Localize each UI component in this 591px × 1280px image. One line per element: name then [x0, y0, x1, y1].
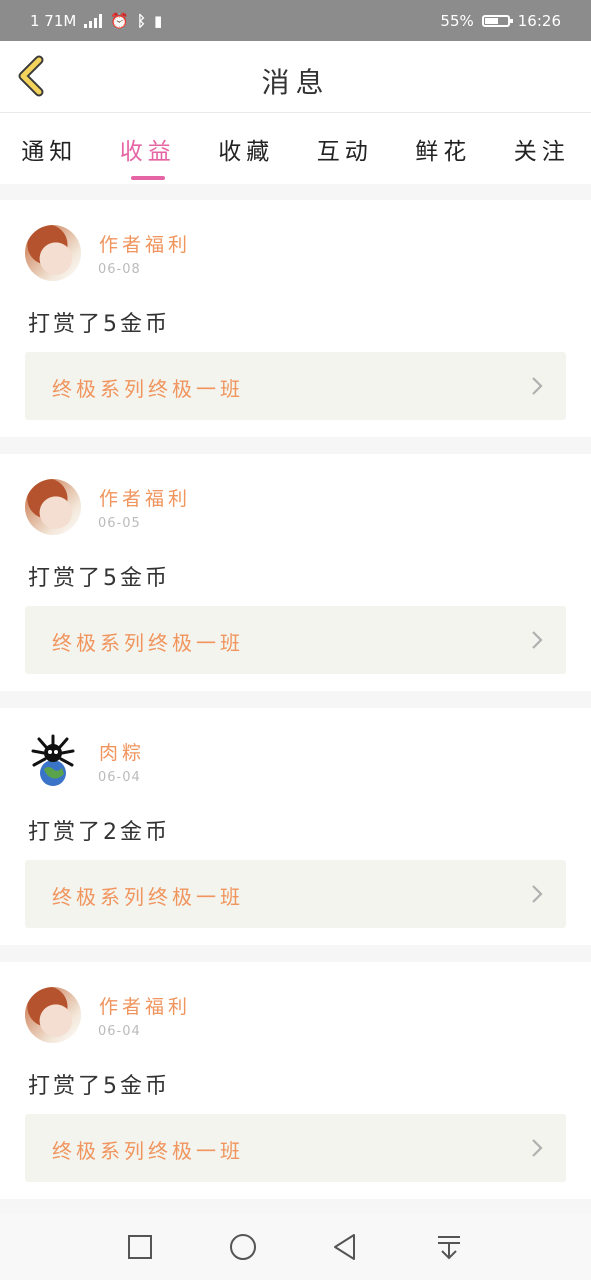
square-icon[interactable] — [125, 1232, 155, 1262]
tab-label: 关注 — [513, 138, 570, 165]
tab-interactions[interactable]: 互动 — [296, 132, 395, 166]
tab-flowers[interactable]: 鲜花 — [394, 132, 493, 166]
book-title: 终极系列终极一班 — [52, 377, 244, 401]
sender-name[interactable]: 作者福利 — [99, 230, 191, 257]
reward-text: 打赏了5金币 — [28, 312, 170, 337]
battery-percent: 55% — [440, 11, 474, 30]
header: 消息 — [0, 41, 591, 113]
bug-earth-avatar[interactable] — [25, 733, 81, 789]
status-left: 1 71M ⏰ ᛒ ▮ — [30, 12, 162, 30]
tab-bar: 通知 收益 收藏 互动 鲜花 关注 — [0, 113, 591, 184]
book-link[interactable]: 终极系列终极一班 — [25, 1114, 566, 1182]
notification-pulldown-icon[interactable] — [434, 1232, 464, 1262]
anime-girl-avatar[interactable] — [25, 987, 81, 1043]
tab-label: 收藏 — [218, 138, 275, 165]
message-card: 作者福利 06-08 打赏了5金币 终极系列终极一班 — [0, 200, 591, 437]
message-card: 作者福利 06-04 打赏了5金币 终极系列终极一班 — [0, 962, 591, 1199]
chevron-right-icon — [532, 885, 543, 903]
status-right: 55% 16:26 — [440, 12, 561, 30]
message-date: 06-04 — [98, 770, 141, 785]
message-date: 06-04 — [98, 1024, 141, 1039]
page-title: 消息 — [261, 66, 330, 99]
book-link[interactable]: 终极系列终极一班 — [25, 606, 566, 674]
signal-icon — [84, 13, 103, 28]
book-title: 终极系列终极一班 — [52, 1139, 244, 1163]
bug-earth-icon — [31, 734, 75, 786]
system-nav-bar — [0, 1214, 591, 1280]
message-card: 肉粽 06-04 打赏了2金币 终极系列终极一班 — [0, 708, 591, 945]
sender-name[interactable]: 作者福利 — [99, 484, 191, 511]
anime-girl-avatar[interactable] — [25, 479, 81, 535]
tab-label: 互动 — [316, 138, 373, 165]
anime-girl-avatar[interactable] — [25, 225, 81, 281]
active-tab-indicator — [130, 175, 165, 180]
book-link[interactable]: 终极系列终极一班 — [25, 860, 566, 928]
book-link[interactable]: 终极系列终极一班 — [25, 352, 566, 420]
book-title: 终极系列终极一班 — [52, 885, 244, 909]
chevron-right-icon — [532, 631, 543, 649]
reward-text: 打赏了5金币 — [28, 1074, 170, 1099]
chevron-right-icon — [532, 377, 543, 395]
back-triangle-icon[interactable] — [330, 1232, 360, 1262]
battery-icon — [481, 14, 513, 27]
circle-icon[interactable] — [228, 1232, 258, 1262]
tab-label: 鲜花 — [415, 138, 472, 165]
tab-label: 通知 — [21, 138, 78, 165]
message-date: 06-08 — [98, 262, 141, 277]
message-card: 作者福利 06-05 打赏了5金币 终极系列终极一班 — [0, 454, 591, 691]
chevron-right-icon — [532, 1139, 543, 1157]
sender-name[interactable]: 肉粽 — [99, 738, 145, 765]
status-bar: 1 71M ⏰ ᛒ ▮ 55% 16:26 — [0, 0, 591, 41]
reward-text: 打赏了2金币 — [28, 820, 170, 845]
tab-favorites[interactable]: 收藏 — [197, 132, 296, 166]
message-list: 作者福利 06-08 打赏了5金币 终极系列终极一班 作者福利 06-05 打赏… — [0, 200, 591, 1216]
clock-time: 16:26 — [517, 11, 561, 30]
tab-follows[interactable]: 关注 — [493, 132, 591, 166]
reward-text: 打赏了5金币 — [28, 566, 170, 591]
message-date: 06-05 — [98, 516, 141, 531]
bluetooth-icon: ᛒ — [137, 11, 147, 30]
tab-notifications[interactable]: 通知 — [0, 132, 99, 166]
battery-small-icon: ▮ — [154, 11, 163, 30]
tab-label: 收益 — [119, 138, 176, 165]
alarm-icon: ⏰ — [110, 11, 130, 30]
carrier-text: 1 71M — [30, 11, 77, 30]
tab-earnings[interactable]: 收益 — [99, 132, 198, 180]
book-title: 终极系列终极一班 — [52, 631, 244, 655]
sender-name[interactable]: 作者福利 — [99, 992, 191, 1019]
